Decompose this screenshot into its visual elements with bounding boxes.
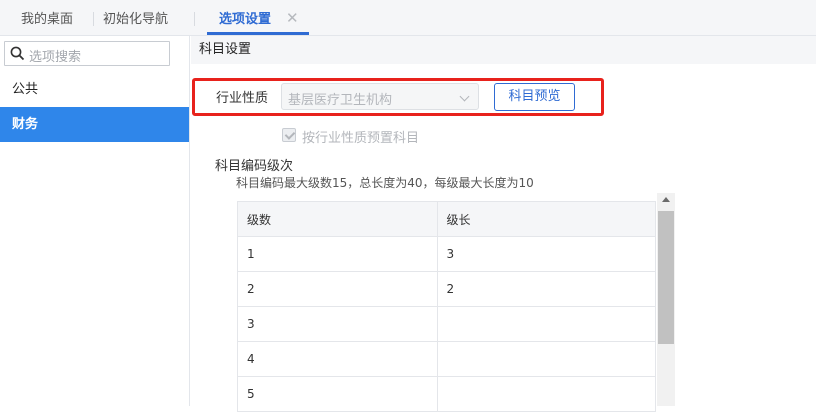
scroll-up-arrow-icon[interactable] [662, 197, 670, 202]
table-row[interactable]: 2 2 [237, 271, 657, 307]
length-cell[interactable]: 2 [436, 271, 657, 307]
column-header-level: 级数 [237, 201, 438, 237]
search-input[interactable]: 选项搜索 [4, 41, 170, 66]
tab-divider [93, 12, 94, 26]
industry-label: 行业性质 [216, 91, 269, 106]
chevron-down-icon [459, 91, 470, 102]
settings-panel: 科目设置 行业性质 基层医疗卫生机构 科目预览 按行业性质预置科目 科目编码级次… [191, 36, 816, 412]
level-cell: 5 [237, 376, 438, 412]
active-tab-indicator [207, 32, 309, 35]
table-header-row: 级数 级长 [237, 201, 657, 237]
column-header-length: 级长 [436, 201, 657, 237]
table-row[interactable]: 1 3 [237, 236, 657, 272]
search-icon [10, 46, 25, 61]
close-icon[interactable]: ✕ [286, 10, 299, 26]
length-cell[interactable] [436, 341, 657, 377]
industry-select-value: 基层医疗卫生机构 [288, 93, 393, 108]
tab-bar: 我的桌面 初始化导航 选项设置 ✕ [0, 0, 816, 36]
sidebar-item-public[interactable]: 公共 [0, 72, 189, 107]
tab-options-settings[interactable]: 选项设置 [219, 0, 271, 36]
section-title: 科目设置 [191, 36, 816, 64]
level-cell: 1 [237, 236, 438, 272]
level-cell: 3 [237, 306, 438, 342]
sidebar-item-finance[interactable]: 财务 [0, 107, 189, 142]
length-cell[interactable] [436, 376, 657, 412]
code-levels-title: 科目编码级次 [215, 159, 294, 174]
table-row[interactable]: 3 [237, 306, 657, 342]
level-cell: 2 [237, 271, 438, 307]
table-row[interactable]: 4 [237, 341, 657, 377]
search-placeholder: 选项搜索 [29, 50, 82, 65]
table-scrollbar[interactable] [657, 193, 675, 406]
table-row[interactable]: 5 [237, 376, 657, 412]
preset-accounts-checkbox[interactable] [282, 128, 296, 142]
level-cell: 4 [237, 341, 438, 377]
code-levels-table: 级数 级长 1 3 2 2 3 4 5 [237, 201, 657, 412]
length-cell[interactable] [436, 306, 657, 342]
length-cell[interactable]: 3 [436, 236, 657, 272]
industry-select[interactable]: 基层医疗卫生机构 [281, 83, 479, 110]
account-preview-button[interactable]: 科目预览 [494, 83, 575, 111]
code-levels-description: 科目编码最大级数15，总长度为40，每级最大长度为10 [236, 176, 534, 190]
scrollbar-thumb[interactable] [658, 211, 674, 344]
options-sidebar: 选项搜索 公共 财务 [0, 36, 190, 406]
tab-my-desktop[interactable]: 我的桌面 [21, 0, 73, 36]
tab-init-nav[interactable]: 初始化导航 [103, 0, 168, 36]
preset-accounts-label: 按行业性质预置科目 [302, 131, 420, 146]
tab-divider [194, 12, 195, 26]
